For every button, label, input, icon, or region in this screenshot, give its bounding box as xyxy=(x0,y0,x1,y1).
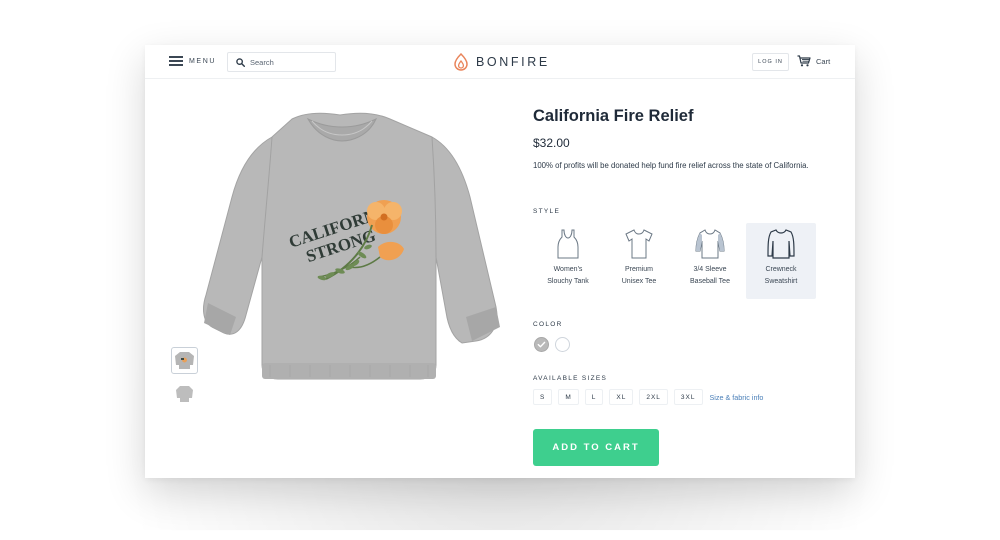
cart-icon xyxy=(797,55,811,67)
product-title: California Fire Relief xyxy=(533,107,694,125)
search-icon xyxy=(236,57,245,67)
menu-button[interactable]: MENU xyxy=(169,56,216,66)
product-image: CALIFORNIA STRONG xyxy=(200,107,505,387)
product-description: 100% of profits will be donated help fun… xyxy=(533,161,809,170)
color-swatch-white[interactable] xyxy=(555,337,570,352)
product-price: $32.00 xyxy=(533,136,570,150)
thumbnail-front[interactable] xyxy=(171,347,198,374)
color-swatch-heather-grey[interactable] xyxy=(534,337,549,352)
add-to-cart-button[interactable]: ADD TO CART xyxy=(533,429,659,466)
size-option-s[interactable]: S xyxy=(533,389,553,405)
style-option-baseball-tee[interactable]: 3/4 Sleeve Baseball Tee xyxy=(675,223,745,299)
menu-label: MENU xyxy=(189,57,217,65)
cart-link[interactable]: Cart xyxy=(797,55,830,67)
size-option-l[interactable]: L xyxy=(584,389,604,405)
size-option-2xl[interactable]: 2XL xyxy=(639,389,668,405)
thumbnail-back[interactable] xyxy=(171,380,198,407)
color-section-label: COLOR xyxy=(533,321,563,328)
style-option-tank[interactable]: Women's Slouchy Tank xyxy=(533,223,603,299)
tank-top-icon xyxy=(557,229,579,259)
size-option-m[interactable]: M xyxy=(558,389,579,405)
baseball-tee-icon xyxy=(695,229,725,259)
site-header: MENU BONFIRE LOG IN xyxy=(145,45,855,79)
style-option-sweatshirt[interactable]: Crewneck Sweatshirt xyxy=(746,223,816,299)
search-input[interactable] xyxy=(250,57,330,67)
size-option-3xl[interactable]: 3XL xyxy=(673,389,703,405)
cart-label: Cart xyxy=(816,56,831,66)
hamburger-icon xyxy=(169,56,183,66)
sweatshirt-icon xyxy=(767,229,795,259)
logo-text: BONFIRE xyxy=(476,55,550,69)
size-options: S M L XL 2XL 3XL Size & fabric info xyxy=(533,389,763,405)
sizes-section-label: AVAILABLE SIZES xyxy=(533,375,608,382)
checkmark-icon xyxy=(537,341,546,348)
style-section-label: STYLE xyxy=(533,208,561,215)
style-option-label: Crewneck Sweatshirt xyxy=(764,266,798,285)
image-thumbnails xyxy=(171,347,198,413)
tshirt-icon xyxy=(625,229,653,259)
style-option-tee[interactable]: Premium Unisex Tee xyxy=(604,223,674,299)
size-option-xl[interactable]: XL xyxy=(609,389,634,405)
size-fabric-info-link[interactable]: Size & fabric info xyxy=(710,393,764,402)
search-box[interactable] xyxy=(227,52,336,72)
flame-logo-icon xyxy=(454,53,468,71)
color-swatches xyxy=(534,337,576,352)
login-button[interactable]: LOG IN xyxy=(752,53,789,71)
style-option-label: Premium Unisex Tee xyxy=(621,266,657,285)
style-option-label: 3/4 Sleeve Baseball Tee xyxy=(690,266,730,285)
style-options: Women's Slouchy Tank Premium Unisex Tee … xyxy=(533,223,817,299)
bonfire-logo[interactable]: BONFIRE xyxy=(453,53,550,71)
product-page: MENU BONFIRE LOG IN xyxy=(145,45,855,478)
style-option-label: Women's Slouchy Tank xyxy=(547,266,589,285)
